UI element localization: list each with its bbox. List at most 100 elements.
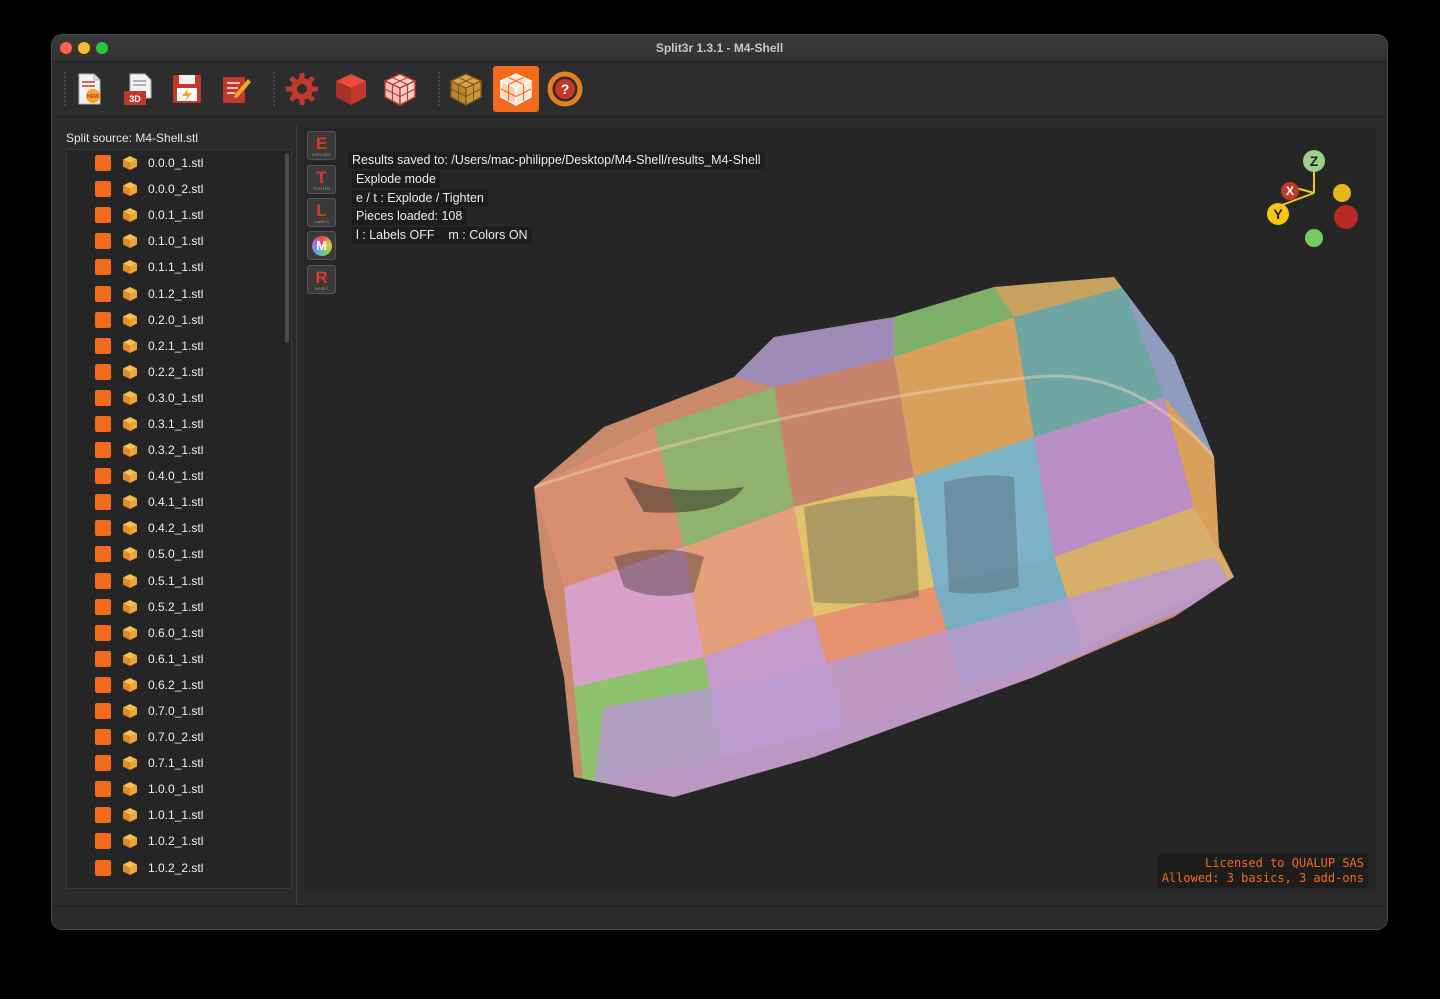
visibility-checkbox[interactable] <box>95 233 111 250</box>
visibility-checkbox[interactable] <box>95 207 111 224</box>
visibility-checkbox[interactable] <box>95 363 111 380</box>
visibility-checkbox[interactable] <box>95 546 111 563</box>
list-item[interactable]: 0.2.2_1.stl <box>67 359 291 385</box>
list-item-label: 0.6.2_1.stl <box>148 677 204 692</box>
visibility-checkbox[interactable] <box>95 181 111 198</box>
list-item-label: 0.4.0_1.stl <box>148 469 204 484</box>
list-item[interactable]: 0.1.2_1.stl <box>67 280 291 306</box>
split-car-shell-model[interactable] <box>474 257 1234 797</box>
list-item[interactable]: 0.7.0_1.stl <box>67 698 291 724</box>
status-bar <box>52 906 1387 929</box>
list-item[interactable]: 0.5.0_1.stl <box>67 541 291 567</box>
gear-icon <box>286 73 318 105</box>
mode-text: Explode mode <box>352 171 440 188</box>
cube-icon <box>123 260 137 275</box>
explode-button[interactable]: E EXPLODE <box>307 131 336 160</box>
help-button[interactable]: ? <box>542 66 588 112</box>
edit-button[interactable] <box>213 66 259 112</box>
list-item[interactable]: 0.5.2_1.stl <box>67 594 291 620</box>
list-item[interactable]: 0.2.0_1.stl <box>67 307 291 333</box>
visibility-checkbox[interactable] <box>95 389 111 406</box>
list-item[interactable]: 0.3.2_1.stl <box>67 437 291 463</box>
settings-button[interactable] <box>279 66 325 112</box>
visibility-checkbox[interactable] <box>95 415 111 432</box>
labels-button[interactable]: L LABELS <box>307 198 336 227</box>
list-item[interactable]: 0.1.1_1.stl <box>67 254 291 280</box>
list-item[interactable]: 0.6.2_1.stl <box>67 672 291 698</box>
list-item-label: 0.0.1_1.stl <box>148 208 204 223</box>
tighten-button[interactable]: T TIGHTEN <box>307 165 336 194</box>
visibility-checkbox[interactable] <box>95 755 111 772</box>
visibility-checkbox[interactable] <box>95 598 111 615</box>
visibility-checkbox[interactable] <box>95 337 111 354</box>
colors-button[interactable]: M <box>307 231 336 260</box>
axis-gizmo[interactable]: Z X Y <box>1262 137 1366 247</box>
list-item[interactable]: 0.3.0_1.stl <box>67 385 291 411</box>
visibility-checkbox[interactable] <box>95 311 111 328</box>
open-3d-button[interactable]: 3D <box>115 66 161 112</box>
visibility-checkbox[interactable] <box>95 520 111 537</box>
list-item-label: 0.2.1_1.stl <box>148 338 204 353</box>
visibility-checkbox[interactable] <box>95 624 111 641</box>
visibility-checkbox[interactable] <box>95 650 111 667</box>
visibility-checkbox[interactable] <box>95 494 111 511</box>
cube-icon <box>336 74 366 105</box>
list-item[interactable]: 0.4.2_1.stl <box>67 515 291 541</box>
3d-viewport[interactable]: E EXPLODE T TIGHTEN L LABELS M R RESET R… <box>304 127 1376 892</box>
cube-icon <box>123 730 137 745</box>
list-scrollbar[interactable] <box>285 153 289 343</box>
cube-split-gold-button[interactable] <box>443 66 489 112</box>
split-cube-active-icon <box>499 73 533 107</box>
new-file-button[interactable]: NEW <box>66 66 112 112</box>
visibility-checkbox[interactable] <box>95 676 111 693</box>
list-item[interactable]: 0.2.1_1.stl <box>67 333 291 359</box>
list-item[interactable]: 0.5.1_1.stl <box>67 568 291 594</box>
save-button[interactable] <box>164 66 210 112</box>
list-item[interactable]: 0.0.0_1.stl <box>67 150 291 176</box>
cube-icon <box>123 704 137 719</box>
list-item-label: 0.2.0_1.stl <box>148 312 204 327</box>
visibility-checkbox[interactable] <box>95 781 111 798</box>
visibility-checkbox[interactable] <box>95 859 111 876</box>
list-item[interactable]: 1.0.1_1.stl <box>67 802 291 828</box>
list-item[interactable]: 0.1.0_1.stl <box>67 228 291 254</box>
explode-letter: E <box>315 133 328 153</box>
neg-x-dot <box>1334 205 1358 229</box>
list-item-label: 0.5.2_1.stl <box>148 599 204 614</box>
visibility-checkbox[interactable] <box>95 703 111 720</box>
cube-split-active-button[interactable] <box>493 66 539 112</box>
visibility-checkbox[interactable] <box>95 468 111 485</box>
list-item[interactable]: 1.0.2_1.stl <box>67 828 291 854</box>
list-item-label: 0.3.1_1.stl <box>148 416 204 431</box>
list-item[interactable]: 0.6.1_1.stl <box>67 646 291 672</box>
list-item[interactable]: 0.0.0_2.stl <box>67 176 291 202</box>
list-item[interactable]: 0.6.0_1.stl <box>67 620 291 646</box>
visibility-checkbox[interactable] <box>95 807 111 824</box>
visibility-checkbox[interactable] <box>95 259 111 276</box>
list-item-label: 0.0.0_1.stl <box>148 156 204 171</box>
pieces-text: Pieces loaded: 108 <box>352 208 467 225</box>
visibility-checkbox[interactable] <box>95 833 111 850</box>
piece-list[interactable]: 0.0.0_1.stl 0.0.0_2.stl 0.0.1_1.stl 0.1.0_1… <box>66 149 292 889</box>
visibility-checkbox[interactable] <box>95 285 111 302</box>
toolbar: NEW 3D ? <box>52 62 1387 117</box>
list-item[interactable]: 1.0.2_2.stl <box>67 855 291 881</box>
reset-button[interactable]: R RESET <box>307 265 336 294</box>
visibility-checkbox[interactable] <box>95 442 111 459</box>
list-item[interactable]: 0.3.1_1.stl <box>67 411 291 437</box>
list-item[interactable]: 0.4.0_1.stl <box>67 463 291 489</box>
list-item[interactable]: 0.7.1_1.stl <box>67 750 291 776</box>
list-item[interactable]: 0.0.1_1.stl <box>67 202 291 228</box>
visibility-checkbox[interactable] <box>95 572 111 589</box>
cube-solid-button[interactable] <box>328 66 374 112</box>
list-item-label: 1.0.2_1.stl <box>148 834 204 849</box>
cube-icon <box>123 808 137 823</box>
list-item[interactable]: 0.4.1_1.stl <box>67 489 291 515</box>
list-item[interactable]: 1.0.0_1.stl <box>67 776 291 802</box>
new-document-icon: NEW <box>78 73 101 105</box>
cube-split-button[interactable] <box>377 66 423 112</box>
visibility-checkbox[interactable] <box>95 729 111 746</box>
list-item[interactable]: 0.7.0_2.stl <box>67 724 291 750</box>
panel-divider[interactable] <box>296 125 297 905</box>
visibility-checkbox[interactable] <box>95 155 111 172</box>
